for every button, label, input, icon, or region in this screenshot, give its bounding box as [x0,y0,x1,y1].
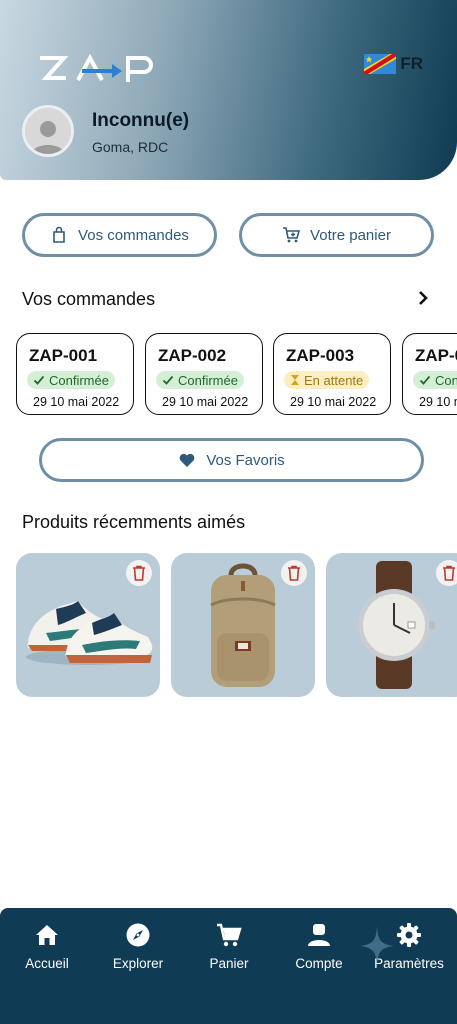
delete-button[interactable] [436,560,457,586]
status-label: En attente [304,372,364,388]
compass-icon [126,923,150,947]
drc-flag-icon [364,54,397,74]
trash-icon [288,565,300,581]
person-icon [308,924,330,946]
orders-carousel[interactable]: ZAP-001 Confirmée 29 10 mai 2022 ZAP-002… [16,333,457,417]
order-date: 29 10 mai 2022 [419,395,457,409]
status-label: Confirmée [178,372,238,388]
nav-label: Explorer [112,956,164,971]
shopping-bag-icon [53,226,65,243]
language-selector[interactable]: FR [364,54,423,74]
user-location: Goma, RDC [92,139,169,155]
chevron-right-icon[interactable] [415,289,431,307]
orders-button-label: Vos commandes [78,226,189,244]
liked-section-title: Produits récemments aimés [22,512,246,532]
status-badge: Confirmée [413,371,457,389]
product-card[interactable] [171,553,315,697]
favorites-button[interactable]: Vos Favoris [39,438,424,482]
profile-header: FR Inconnu(e) Goma, RDC [0,0,457,180]
status-label: Confirmée [49,372,109,388]
product-card[interactable] [326,553,457,697]
cart-icon [217,923,242,947]
gear-icon [397,923,421,947]
check-icon [162,375,174,385]
order-id: ZAP-002 [158,346,227,365]
cart-button-label: Votre panier [310,226,391,244]
order-date: 29 10 mai 2022 [33,395,120,409]
status-badge: En attente [284,371,370,389]
home-icon [36,925,58,945]
order-id: ZAP-001 [29,346,98,365]
sparkle-icon [360,926,394,966]
zap-logo [40,54,153,82]
heart-icon [179,453,195,467]
order-date: 29 10 mai 2022 [290,395,377,409]
favorites-button-label: Vos Favoris [206,451,285,469]
language-label: FR [400,54,423,73]
delete-button[interactable] [126,560,152,586]
orders-section-title: Vos commandes [22,289,156,309]
nav-label: Compte [295,956,343,971]
cart-button[interactable]: Votre panier [239,213,434,257]
trash-icon [133,565,145,581]
nav-label: Accueil [25,956,69,971]
status-label: Confirmée [435,372,457,388]
nav-item-explore[interactable]: Explorer [93,922,183,971]
liked-products-carousel[interactable] [16,553,457,698]
check-icon [33,375,45,385]
avatar[interactable] [22,105,74,157]
order-id: ZAP-003 [286,346,355,365]
status-badge: Confirmée [156,371,244,389]
check-icon [419,375,431,385]
order-card[interactable]: ZAP-001 Confirmée 29 10 mai 2022 [16,333,134,415]
order-card[interactable]: ZAP-003 En attente 29 10 mai 2022 [273,333,391,415]
order-card[interactable]: ZAP-004 Confirmée 29 10 mai 2022 [402,333,457,415]
nav-label: Panier [209,956,249,971]
nav-item-account[interactable]: Compte [274,922,364,971]
product-card[interactable] [16,553,160,697]
trash-icon [443,565,455,581]
user-name: Inconnu(e) [92,110,190,131]
order-id: ZAP-004 [415,346,457,365]
hourglass-icon [291,375,299,385]
delete-button[interactable] [281,560,307,586]
status-badge: Confirmée [27,371,115,389]
order-date: 29 10 mai 2022 [162,395,249,409]
user-placeholder-icon [32,121,64,154]
cart-add-icon [283,227,301,243]
orders-button[interactable]: Vos commandes [22,213,217,257]
nav-item-cart[interactable]: Panier [184,922,274,971]
order-card[interactable]: ZAP-002 Confirmée 29 10 mai 2022 [145,333,263,415]
nav-item-home[interactable]: Accueil [2,922,92,971]
